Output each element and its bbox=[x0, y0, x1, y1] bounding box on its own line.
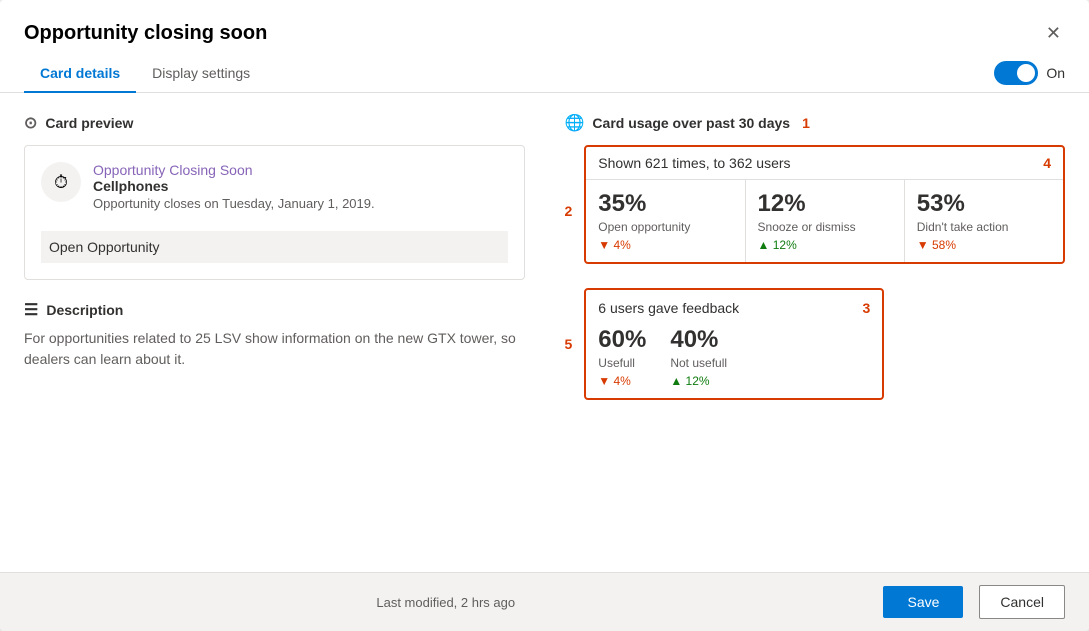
modal-header: Opportunity closing soon ✕ bbox=[0, 0, 1089, 46]
card-description: Opportunity closes on Tuesday, January 1… bbox=[93, 196, 375, 211]
stat-name-1: Snooze or dismiss bbox=[758, 220, 892, 234]
feedback-box: 6 users gave feedback 3 60% Usefull ▼ 4%… bbox=[584, 288, 884, 400]
annotation-1: 1 bbox=[802, 115, 810, 131]
usage-title: Card usage over past 30 days bbox=[592, 115, 790, 131]
card-preview-box: ⏱ Opportunity Closing Soon Cellphones Op… bbox=[24, 145, 525, 280]
tabs-row: Card details Display settings On bbox=[0, 46, 1089, 93]
card-name: Opportunity Closing Soon bbox=[93, 162, 375, 178]
card-preview-icon: ⊙ bbox=[24, 113, 37, 133]
feedback-change-1: ▲ 12% bbox=[670, 374, 727, 388]
save-button[interactable]: Save bbox=[883, 586, 963, 618]
card-preview-label: Card preview bbox=[45, 115, 133, 131]
modal-footer: Last modified, 2 hrs ago Save Cancel bbox=[0, 572, 1089, 631]
card-subject: Cellphones bbox=[93, 178, 375, 194]
feedback-row: 5 6 users gave feedback 3 60% Usefull ▼ … bbox=[565, 288, 1066, 400]
description-icon: ☰ bbox=[24, 300, 38, 320]
annotation-2: 2 bbox=[565, 203, 573, 219]
open-opportunity-button[interactable]: Open Opportunity bbox=[41, 231, 508, 263]
stat-percent-2: 53% bbox=[917, 190, 1051, 218]
tab-display-settings[interactable]: Display settings bbox=[136, 55, 266, 93]
feedback-title: 6 users gave feedback 3 bbox=[598, 300, 870, 316]
stats-top-box: Shown 621 times, to 362 users 4 35% Open… bbox=[584, 145, 1065, 264]
card-info: Opportunity Closing Soon Cellphones Oppo… bbox=[93, 162, 375, 211]
usage-icon: 🌐 bbox=[565, 113, 585, 133]
shown-row: Shown 621 times, to 362 users 4 bbox=[586, 147, 1063, 180]
footer-modified-text: Last modified, 2 hrs ago bbox=[24, 595, 867, 610]
stat-card-1: 12% Snooze or dismiss ▲ 12% bbox=[746, 180, 905, 262]
card-timer-icon: ⏱ bbox=[54, 172, 68, 193]
stat-card-0: 35% Open opportunity ▼ 4% bbox=[586, 180, 745, 262]
stat-name-0: Open opportunity bbox=[598, 220, 732, 234]
stat-name-2: Didn't take action bbox=[917, 220, 1051, 234]
tabs: Card details Display settings bbox=[24, 54, 266, 92]
feedback-stat-1: 40% Not usefull ▲ 12% bbox=[670, 326, 727, 388]
modal-body: ⊙ Card preview ⏱ Opportunity Closing Soo… bbox=[0, 93, 1089, 572]
feedback-percent-1: 40% bbox=[670, 326, 727, 354]
tab-card-details[interactable]: Card details bbox=[24, 55, 136, 93]
stat-percent-0: 35% bbox=[598, 190, 732, 218]
stat-card-2: 53% Didn't take action ▼ 58% bbox=[905, 180, 1063, 262]
card-top: ⏱ Opportunity Closing Soon Cellphones Op… bbox=[41, 162, 508, 211]
card-icon-circle: ⏱ bbox=[41, 162, 81, 202]
shown-text: Shown 621 times, to 362 users bbox=[598, 155, 790, 171]
annotation-5: 5 bbox=[565, 336, 573, 352]
description-text: For opportunities related to 25 LSV show… bbox=[24, 328, 525, 370]
card-preview-title: ⊙ Card preview bbox=[24, 113, 525, 133]
stat-cards: 35% Open opportunity ▼ 4% 12% Snooze or … bbox=[586, 180, 1063, 262]
cancel-button[interactable]: Cancel bbox=[979, 585, 1065, 619]
description-title: ☰ Description bbox=[24, 300, 525, 320]
usage-header: 🌐 Card usage over past 30 days 1 bbox=[565, 113, 1066, 133]
stat-change-2: ▼ 58% bbox=[917, 238, 1051, 252]
modal-title: Opportunity closing soon bbox=[24, 22, 267, 45]
description-section: ☰ Description For opportunities related … bbox=[24, 300, 525, 370]
feedback-change-0: ▼ 4% bbox=[598, 374, 646, 388]
feedback-stats: 60% Usefull ▼ 4% 40% Not usefull ▲ 12% bbox=[598, 326, 870, 388]
annotation-4: 4 bbox=[1043, 155, 1051, 171]
feedback-name-1: Not usefull bbox=[670, 356, 727, 370]
description-label: Description bbox=[46, 302, 123, 318]
feedback-percent-0: 60% bbox=[598, 326, 646, 354]
feedback-stat-0: 60% Usefull ▼ 4% bbox=[598, 326, 646, 388]
stat-change-1: ▲ 12% bbox=[758, 238, 892, 252]
stat-change-0: ▼ 4% bbox=[598, 238, 732, 252]
toggle-knob bbox=[1017, 64, 1035, 82]
feedback-name-0: Usefull bbox=[598, 356, 646, 370]
toggle-area: On bbox=[994, 61, 1065, 85]
right-panel: 🌐 Card usage over past 30 days 1 2 Shown… bbox=[565, 113, 1066, 552]
toggle-label: On bbox=[1046, 65, 1065, 81]
annotation-3: 3 bbox=[863, 300, 871, 316]
left-panel: ⊙ Card preview ⏱ Opportunity Closing Soo… bbox=[24, 113, 525, 552]
close-button[interactable]: ✕ bbox=[1042, 20, 1065, 46]
modal: Opportunity closing soon ✕ Card details … bbox=[0, 0, 1089, 631]
stat-percent-1: 12% bbox=[758, 190, 892, 218]
toggle-switch[interactable] bbox=[994, 61, 1038, 85]
